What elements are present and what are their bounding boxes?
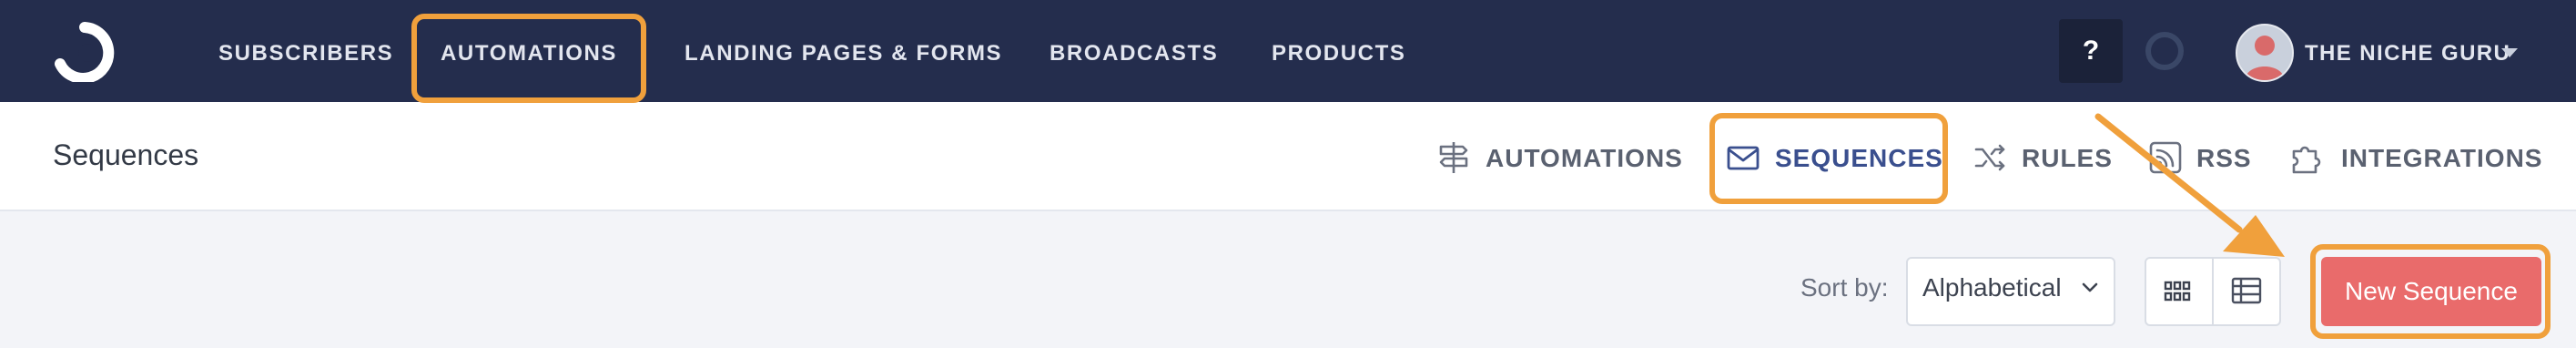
loading-spinner-icon bbox=[2145, 32, 2184, 70]
shuffle-icon bbox=[1974, 144, 2005, 171]
sort-label: Sort by: bbox=[1800, 273, 1889, 302]
logo-icon[interactable] bbox=[51, 22, 118, 82]
page-title: Sequences bbox=[53, 138, 199, 171]
subnav-rss[interactable]: RSS bbox=[2196, 142, 2252, 175]
subnav-rules[interactable]: RULES bbox=[2022, 142, 2113, 175]
nav-subscribers[interactable]: SUBSCRIBERS bbox=[218, 38, 393, 69]
avatar[interactable] bbox=[2236, 24, 2294, 82]
grid-view-icon[interactable] bbox=[2163, 279, 2192, 304]
signpost-icon bbox=[1439, 142, 1468, 173]
highlight-sequences-box bbox=[1709, 113, 1948, 204]
highlight-new-sequence-box bbox=[2310, 244, 2551, 339]
user-avatar-icon bbox=[2245, 36, 2285, 80]
nav-products[interactable]: PRODUCTS bbox=[1272, 38, 1405, 69]
caret-down-icon[interactable] bbox=[2501, 48, 2518, 57]
puzzle-icon bbox=[2292, 146, 2321, 174]
sub-navigation-bar bbox=[0, 102, 2576, 211]
nav-broadcasts[interactable]: BROADCASTS bbox=[1050, 38, 1218, 69]
help-button[interactable]: ? bbox=[2059, 19, 2123, 83]
subnav-integrations[interactable]: INTEGRATIONS bbox=[2341, 142, 2542, 175]
highlight-automations-box bbox=[411, 14, 646, 103]
account-menu[interactable]: THE NICHE GURU bbox=[2305, 38, 2510, 69]
nav-landing-pages-forms[interactable]: LANDING PAGES & FORMS bbox=[685, 38, 1002, 69]
sort-select-value[interactable]: Alphabetical bbox=[1922, 273, 2062, 302]
rss-icon bbox=[2149, 141, 2182, 174]
subnav-automations[interactable]: AUTOMATIONS bbox=[1486, 142, 1683, 175]
chevron-down-icon[interactable] bbox=[2081, 281, 2099, 295]
table-view-icon[interactable] bbox=[2230, 275, 2263, 306]
view-toggle-divider bbox=[2212, 259, 2214, 324]
